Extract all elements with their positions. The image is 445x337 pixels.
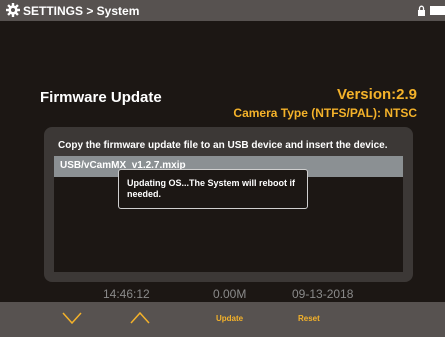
update-button[interactable]: Update bbox=[216, 314, 243, 323]
time-readout: 14:46:12 bbox=[103, 287, 150, 301]
version-label: Version:2.9 bbox=[336, 86, 417, 103]
dialog-message-line2: needed. bbox=[127, 189, 162, 199]
bottom-toolbar: Update Reset bbox=[0, 302, 445, 337]
update-dialog: Updating OS...The System will reboot if … bbox=[118, 169, 308, 209]
gear-icon bbox=[6, 3, 20, 17]
chevron-up-icon[interactable] bbox=[130, 312, 150, 324]
size-readout: 0.00M bbox=[213, 287, 247, 301]
camera-type-label: Camera Type (NTFS/PAL): NTSC bbox=[233, 106, 417, 120]
chevron-down-icon[interactable] bbox=[62, 312, 82, 324]
instruction-text: Copy the firmware update file to an USB … bbox=[58, 140, 388, 151]
page-title: SETTINGS > System bbox=[23, 4, 140, 18]
battery-icon bbox=[430, 6, 445, 15]
reset-button[interactable]: Reset bbox=[298, 314, 320, 323]
date-readout: 09-13-2018 bbox=[292, 287, 354, 301]
dialog-message-line1: Updating OS...The System will reboot if bbox=[127, 178, 296, 188]
title-bar: SETTINGS > System bbox=[0, 0, 445, 21]
firmware-update-title: Firmware Update bbox=[40, 89, 162, 106]
status-bar: 14:46:12 0.00M 09-13-2018 bbox=[0, 287, 445, 302]
lock-icon bbox=[418, 5, 425, 16]
